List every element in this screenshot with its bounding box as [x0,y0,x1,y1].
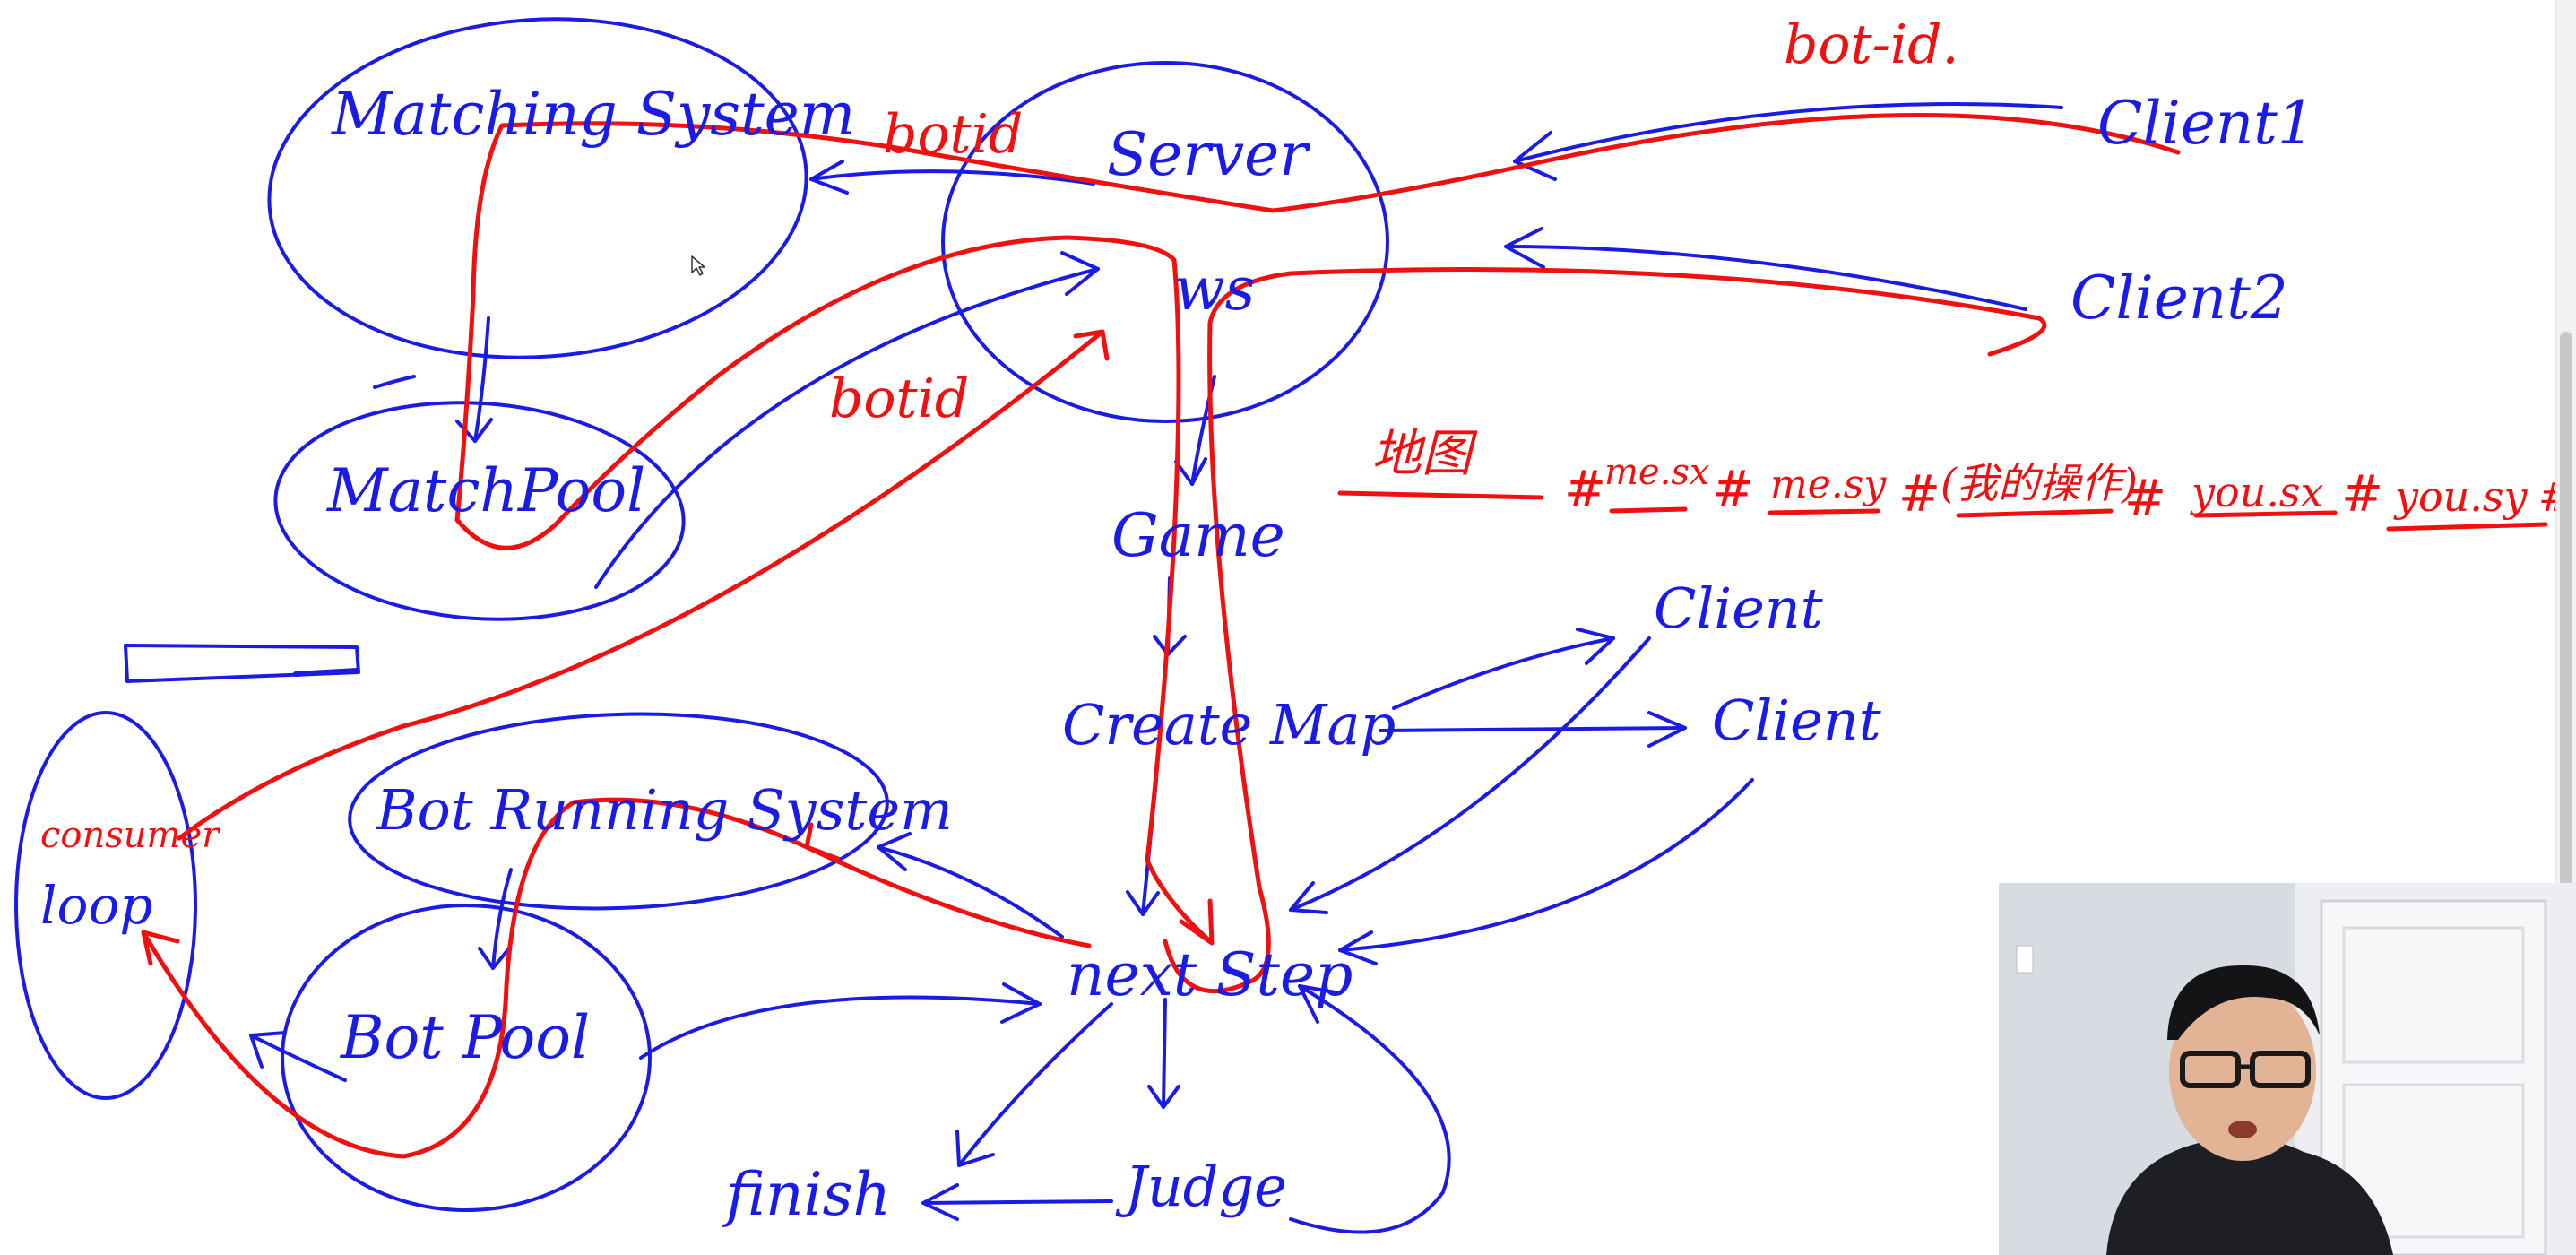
scrollbar-thumb[interactable] [2560,332,2572,887]
client-b-label: Client [1712,688,1881,753]
judge-label: Judge [1115,1154,1287,1219]
finish-label: finish [722,1160,891,1229]
bot-running-system-label: Bot Running System [376,777,953,843]
me-sy-label: me.sy [1770,462,1887,507]
botpool-to-loop-arrow [249,1034,347,1082]
matching-system-label: Matching System [331,80,855,149]
bot-pool-label: Bot Pool [340,1003,590,1072]
my-ops-underline [1956,508,2114,518]
create-map-label: Create Map [1062,692,1396,757]
map-to-client-b-arrow [1379,726,1687,732]
nextstep-to-judge-arrow [1162,998,1167,1109]
botid-mid-label: botid [829,368,969,430]
stray-rectangle-fill [293,668,359,677]
you-sx-label: you.sx [2190,468,2324,516]
bot-id-right-label: bot-id. [1784,13,1959,76]
payload-sep-5: # [2341,465,2383,524]
botid-top-label: botid [883,103,1023,166]
map-to-client-a-arrow [1392,636,1615,710]
judge-loop-to-nextstep-arrow [1289,984,1451,1234]
presenter-webcam [1999,883,2576,1255]
you-sy-underline [2386,522,2548,532]
client-b-to-nextstep-arrow [1338,778,1754,952]
bot-red-return-path [141,797,1092,1159]
you-sy-label: you.sy [2393,472,2528,521]
me-sy-underline [1768,508,1880,515]
map-underline [1337,490,1544,500]
botpool-to-nextstep-arrow [639,995,1042,1060]
client1-to-server-arrow [1513,102,2063,163]
next-step-label: next Step [1067,940,1353,1009]
ws-to-game-arrowhead [1174,457,1207,486]
match-pool-tail-stroke [373,375,416,389]
client-2-label: Client2 [2070,264,2288,333]
payload-sep-4: # [2124,470,2166,528]
server-label: Server [1107,120,1310,189]
consumer-red-arrowhead [1073,329,1110,361]
loop-label: loop [40,875,153,936]
game-label: Game [1111,501,1285,570]
client-1-label: Client1 [2097,89,2315,158]
consumer-label: consumer [40,815,221,856]
payload-sep-3: # [1898,465,1941,524]
stray-rectangle-stroke [124,644,360,683]
client2-red-path [1163,267,2047,994]
cursor-arrow-icon [691,255,705,276]
judge-to-finish-arrow [921,1199,1113,1205]
me-sx-underline [1609,506,1688,514]
matching-to-pool-arrow [473,316,490,443]
my-ops-label: (我的操作) [1941,459,2138,507]
payload-sep-2: # [1712,461,1754,519]
webcam-scene [1999,883,2576,1255]
map-label: 地图 [1371,425,1478,483]
me-sx-label: me.sx [1604,452,1709,493]
payload-sep-1: # [1564,461,1606,519]
matching-system-node [267,17,808,359]
ws-label: ws [1174,255,1255,324]
match-pool-label: MatchPool [326,456,645,525]
nextstep-to-finish-arrow [957,1002,1113,1167]
client2-to-server-arrow [1504,245,2027,311]
client-a-label: Client [1654,576,1823,641]
